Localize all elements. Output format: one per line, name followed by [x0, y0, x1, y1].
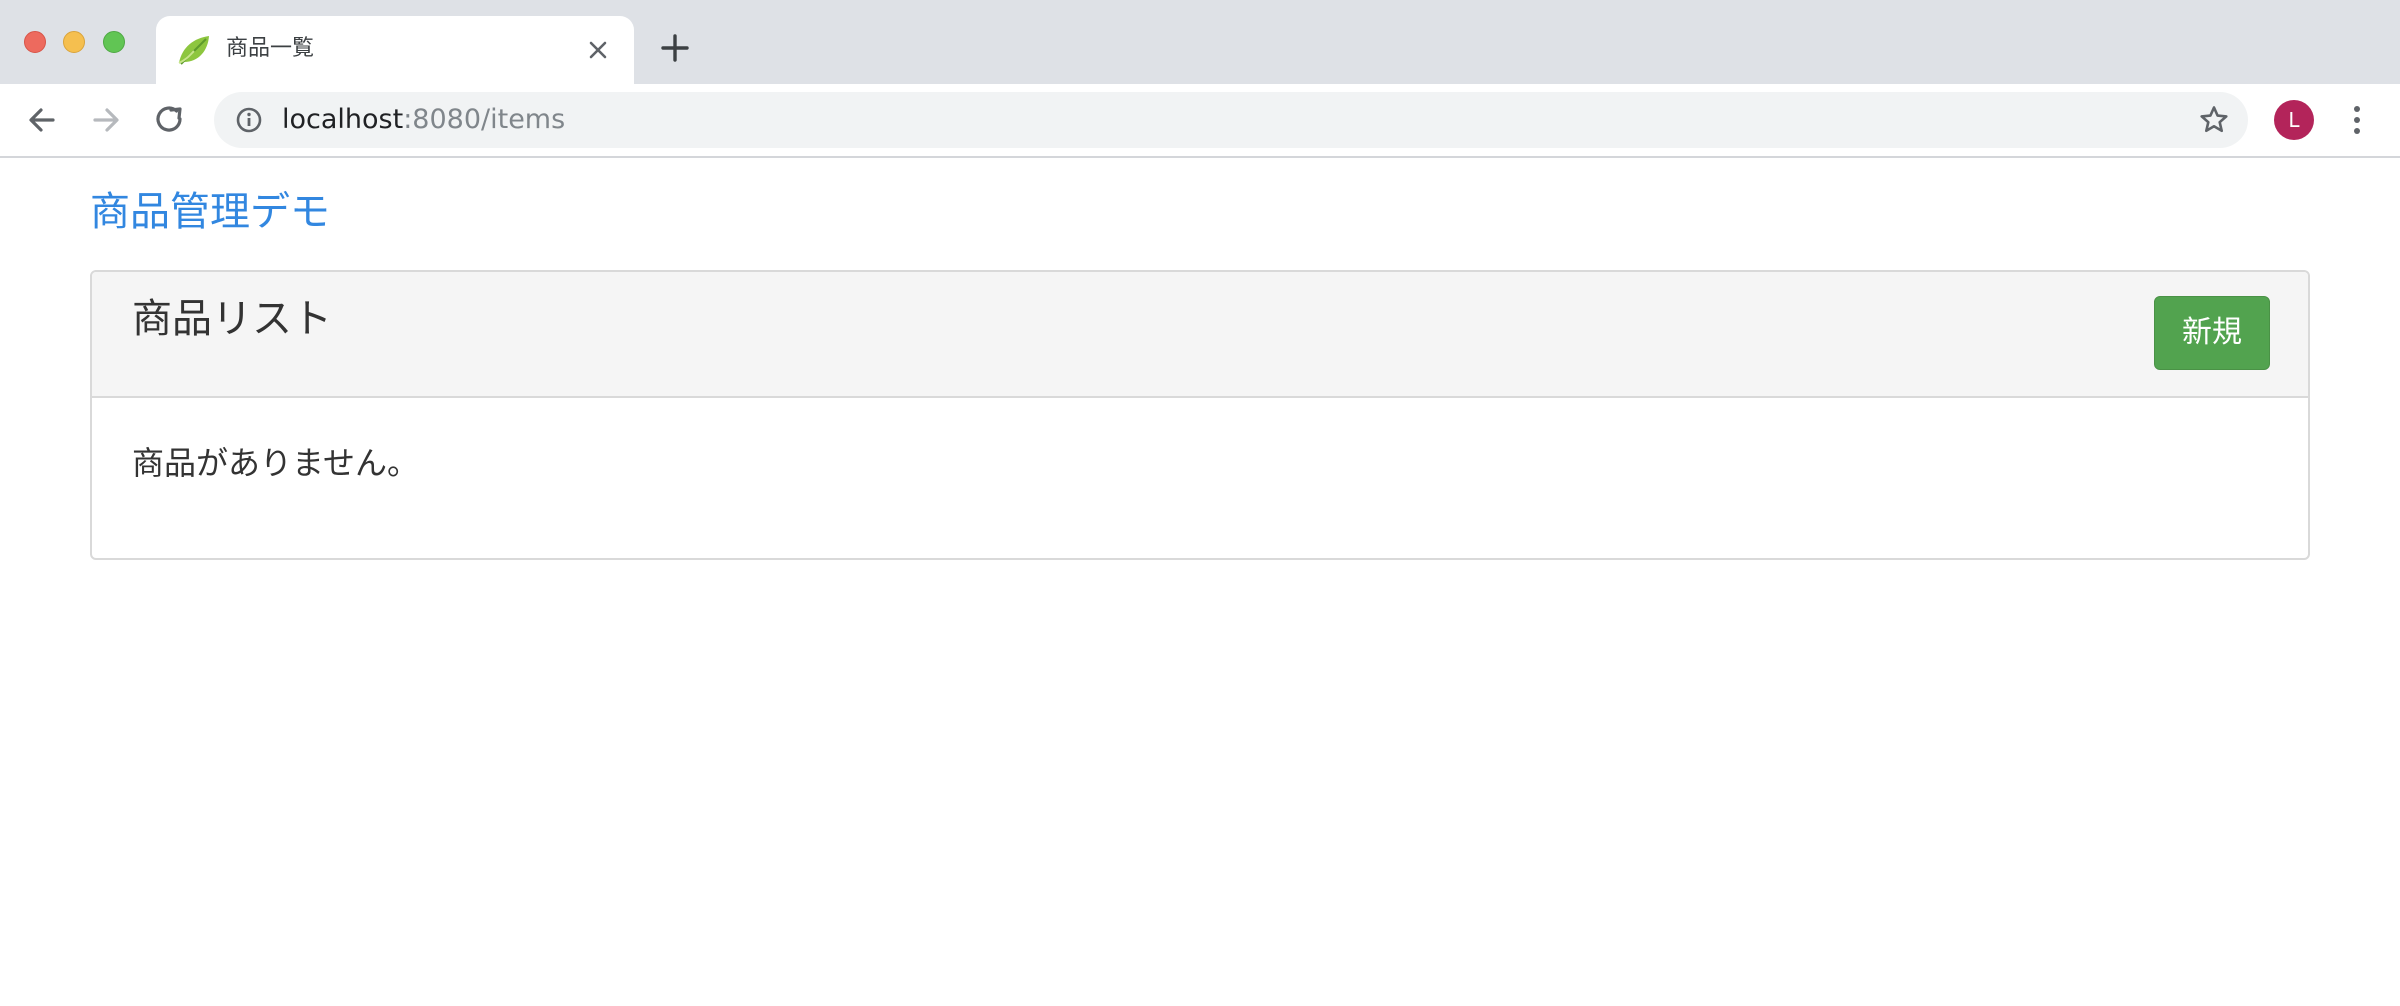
browser-toolbar: localhost:8080/items L: [0, 84, 2400, 158]
url-path: :8080/items: [403, 104, 566, 135]
tab-title: 商品一覧: [226, 36, 315, 61]
url-host: localhost: [282, 104, 404, 135]
reload-icon[interactable]: [150, 100, 190, 140]
tab-strip: 商品一覧: [0, 0, 2400, 84]
window-maximize-button[interactable]: [103, 31, 125, 53]
close-tab-icon[interactable]: [584, 36, 612, 64]
spring-leaf-icon: [178, 36, 209, 65]
more-menu-icon[interactable]: [2342, 100, 2372, 140]
bookmark-star-icon[interactable]: [2198, 104, 2230, 136]
window-minimize-button[interactable]: [63, 31, 85, 53]
item-list-card: 商品リスト 新規 商品がありません。: [90, 270, 2310, 560]
url-text[interactable]: localhost:8080/items: [282, 104, 565, 136]
card-title: 商品リスト: [132, 296, 332, 342]
back-arrow-icon[interactable]: [22, 100, 62, 140]
new-item-button[interactable]: 新規: [2154, 296, 2270, 370]
new-tab-plus-icon[interactable]: [660, 33, 690, 63]
brand-link[interactable]: 商品管理デモ: [90, 184, 330, 240]
profile-avatar[interactable]: L: [2274, 100, 2314, 140]
window-close-button[interactable]: [24, 31, 46, 53]
forward-arrow-icon[interactable]: [86, 100, 126, 140]
address-bar[interactable]: localhost:8080/items: [214, 92, 2248, 148]
empty-message: 商品がありません。: [132, 444, 420, 482]
card-header: 商品リスト 新規: [92, 272, 2308, 398]
info-icon[interactable]: [234, 105, 264, 135]
browser-window: 商品一覧 localhost:8080/items L 商品管理デモ 商品リスト…: [0, 0, 2400, 1006]
browser-tab-active[interactable]: 商品一覧: [156, 16, 634, 84]
